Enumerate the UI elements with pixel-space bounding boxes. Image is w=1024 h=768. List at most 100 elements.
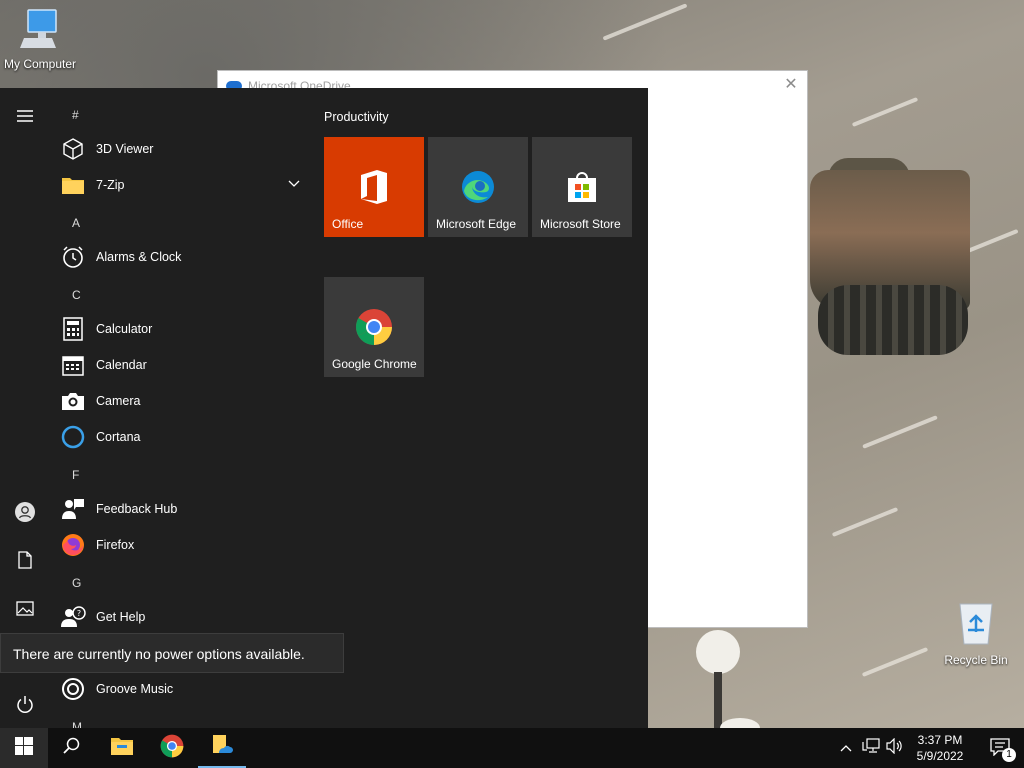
road-marking xyxy=(861,647,929,677)
documents-icon[interactable] xyxy=(0,540,50,580)
wallpaper-tank-tracks xyxy=(818,285,968,355)
chevron-up-icon xyxy=(840,739,852,757)
app-item-groove-music[interactable]: Groove Music xyxy=(60,671,310,707)
app-label: Calendar xyxy=(96,358,147,372)
road-marking xyxy=(602,3,688,41)
network-icon xyxy=(862,737,880,759)
hamburger-menu-icon[interactable] xyxy=(0,96,50,136)
tile-microsoft-store[interactable]: Microsoft Store xyxy=(532,137,632,237)
notification-icon: 1 xyxy=(990,738,1016,762)
tile-label: Microsoft Edge xyxy=(436,217,517,231)
power-icon[interactable] xyxy=(0,684,50,724)
app-item-alarms-clock[interactable]: Alarms & Clock xyxy=(60,239,310,275)
calculator-icon xyxy=(60,316,86,342)
app-item-firefox[interactable]: Firefox xyxy=(60,527,310,563)
folder-icon xyxy=(60,172,86,198)
desktop-icon-label: My Computer xyxy=(3,57,77,71)
app-label: Get Help xyxy=(96,610,146,624)
tile-office[interactable]: Office xyxy=(324,137,424,237)
tile-label: Office xyxy=(332,217,364,231)
app-item-get-help[interactable]: ? Get Help xyxy=(60,599,310,635)
taskbar: 3:37 PM 5/9/2022 1 xyxy=(0,728,1024,768)
volume-button[interactable] xyxy=(884,728,906,768)
app-item-7-zip[interactable]: 7-Zip xyxy=(60,167,310,203)
pictures-icon[interactable] xyxy=(0,588,50,628)
desktop-icon-my-computer[interactable]: My Computer xyxy=(0,8,80,71)
app-item-3d-viewer[interactable]: 3D Viewer xyxy=(60,131,310,167)
chrome-icon xyxy=(160,734,184,763)
letter-header-f[interactable]: F xyxy=(72,468,79,482)
app-label: 3D Viewer xyxy=(96,142,154,156)
app-label: 7-Zip xyxy=(96,178,125,192)
cortana-icon xyxy=(60,424,86,450)
clock-time: 3:37 PM xyxy=(917,733,963,747)
start-menu: # 3D Viewer 7-Zip A Alarms & Clock C Cal… xyxy=(0,88,648,728)
search-icon xyxy=(63,737,81,760)
start-button[interactable] xyxy=(0,728,48,768)
letter-header-m[interactable]: M xyxy=(72,720,82,728)
taskbar-file-explorer[interactable] xyxy=(98,728,146,768)
app-item-cortana[interactable]: Cortana xyxy=(60,419,310,455)
get-help-icon: ? xyxy=(60,604,86,630)
letter-header-a[interactable]: A xyxy=(72,216,80,230)
app-item-camera[interactable]: Camera xyxy=(60,383,310,419)
letter-header-c[interactable]: C xyxy=(72,288,81,302)
windows-logo-icon xyxy=(15,736,33,760)
close-icon[interactable]: ✕ xyxy=(781,75,801,95)
app-item-calendar[interactable]: Calendar xyxy=(60,347,310,383)
recycle-bin-icon xyxy=(936,600,1016,649)
app-label: Cortana xyxy=(96,430,141,444)
road-marking xyxy=(851,97,919,127)
letter-header-g[interactable]: G xyxy=(72,576,81,590)
camera-icon xyxy=(60,388,86,414)
groove-music-icon xyxy=(60,676,86,702)
taskbar-onedrive-setup[interactable] xyxy=(198,728,246,768)
app-label: Camera xyxy=(96,394,141,408)
app-item-feedback-hub[interactable]: Feedback Hub xyxy=(60,491,310,527)
network-button[interactable] xyxy=(860,728,882,768)
app-label: Calculator xyxy=(96,322,153,336)
action-center-button[interactable]: 1 xyxy=(978,728,1024,768)
alarm-clock-icon xyxy=(60,244,86,270)
folder-icon xyxy=(110,736,134,761)
app-label: Groove Music xyxy=(96,682,174,696)
onedrive-icon xyxy=(210,734,234,761)
taskbar-chrome[interactable] xyxy=(148,728,196,768)
tiles-area: Productivity Office Microsoft Edge Micro… xyxy=(324,88,644,728)
svg-text:?: ? xyxy=(77,609,81,618)
app-list: # 3D Viewer 7-Zip A Alarms & Clock C Cal… xyxy=(50,88,310,728)
letter-header-hash[interactable]: # xyxy=(72,108,79,122)
app-label: Feedback Hub xyxy=(96,502,178,516)
road-marking xyxy=(961,228,1019,256)
tile-microsoft-edge[interactable]: Microsoft Edge xyxy=(428,137,528,237)
edge-icon xyxy=(458,167,498,207)
start-rail xyxy=(0,88,50,728)
road-marking xyxy=(862,415,938,449)
desktop-icon-recycle-bin[interactable]: Recycle Bin xyxy=(936,600,1016,667)
app-label: Firefox xyxy=(96,538,135,552)
user-account-icon[interactable] xyxy=(0,492,50,532)
tile-label: Google Chrome xyxy=(332,357,417,371)
speaker-icon xyxy=(886,737,904,759)
feedback-hub-icon xyxy=(60,496,86,522)
power-options-tooltip: There are currently no power options ava… xyxy=(0,633,344,673)
cube-icon xyxy=(60,136,86,162)
app-item-calculator[interactable]: Calculator xyxy=(60,311,310,347)
notification-badge: 1 xyxy=(1002,748,1016,762)
desktop-icon-label: Recycle Bin xyxy=(944,653,1008,667)
wallpaper-lamp xyxy=(696,630,740,674)
clock-date: 5/9/2022 xyxy=(916,749,964,763)
firefox-icon xyxy=(60,532,86,558)
clock[interactable]: 3:37 PM 5/9/2022 xyxy=(906,728,974,768)
chevron-down-icon[interactable] xyxy=(288,177,300,191)
tile-google-chrome[interactable]: Google Chrome xyxy=(324,277,424,377)
tile-label: Microsoft Store xyxy=(540,217,621,231)
calendar-icon xyxy=(60,352,86,378)
search-button[interactable] xyxy=(48,728,96,768)
computer-icon xyxy=(0,8,80,53)
show-hidden-icons[interactable] xyxy=(836,728,856,768)
app-label: Alarms & Clock xyxy=(96,250,182,264)
office-icon xyxy=(354,167,394,207)
road-marking xyxy=(831,507,899,537)
tile-group-title[interactable]: Productivity xyxy=(324,110,389,124)
